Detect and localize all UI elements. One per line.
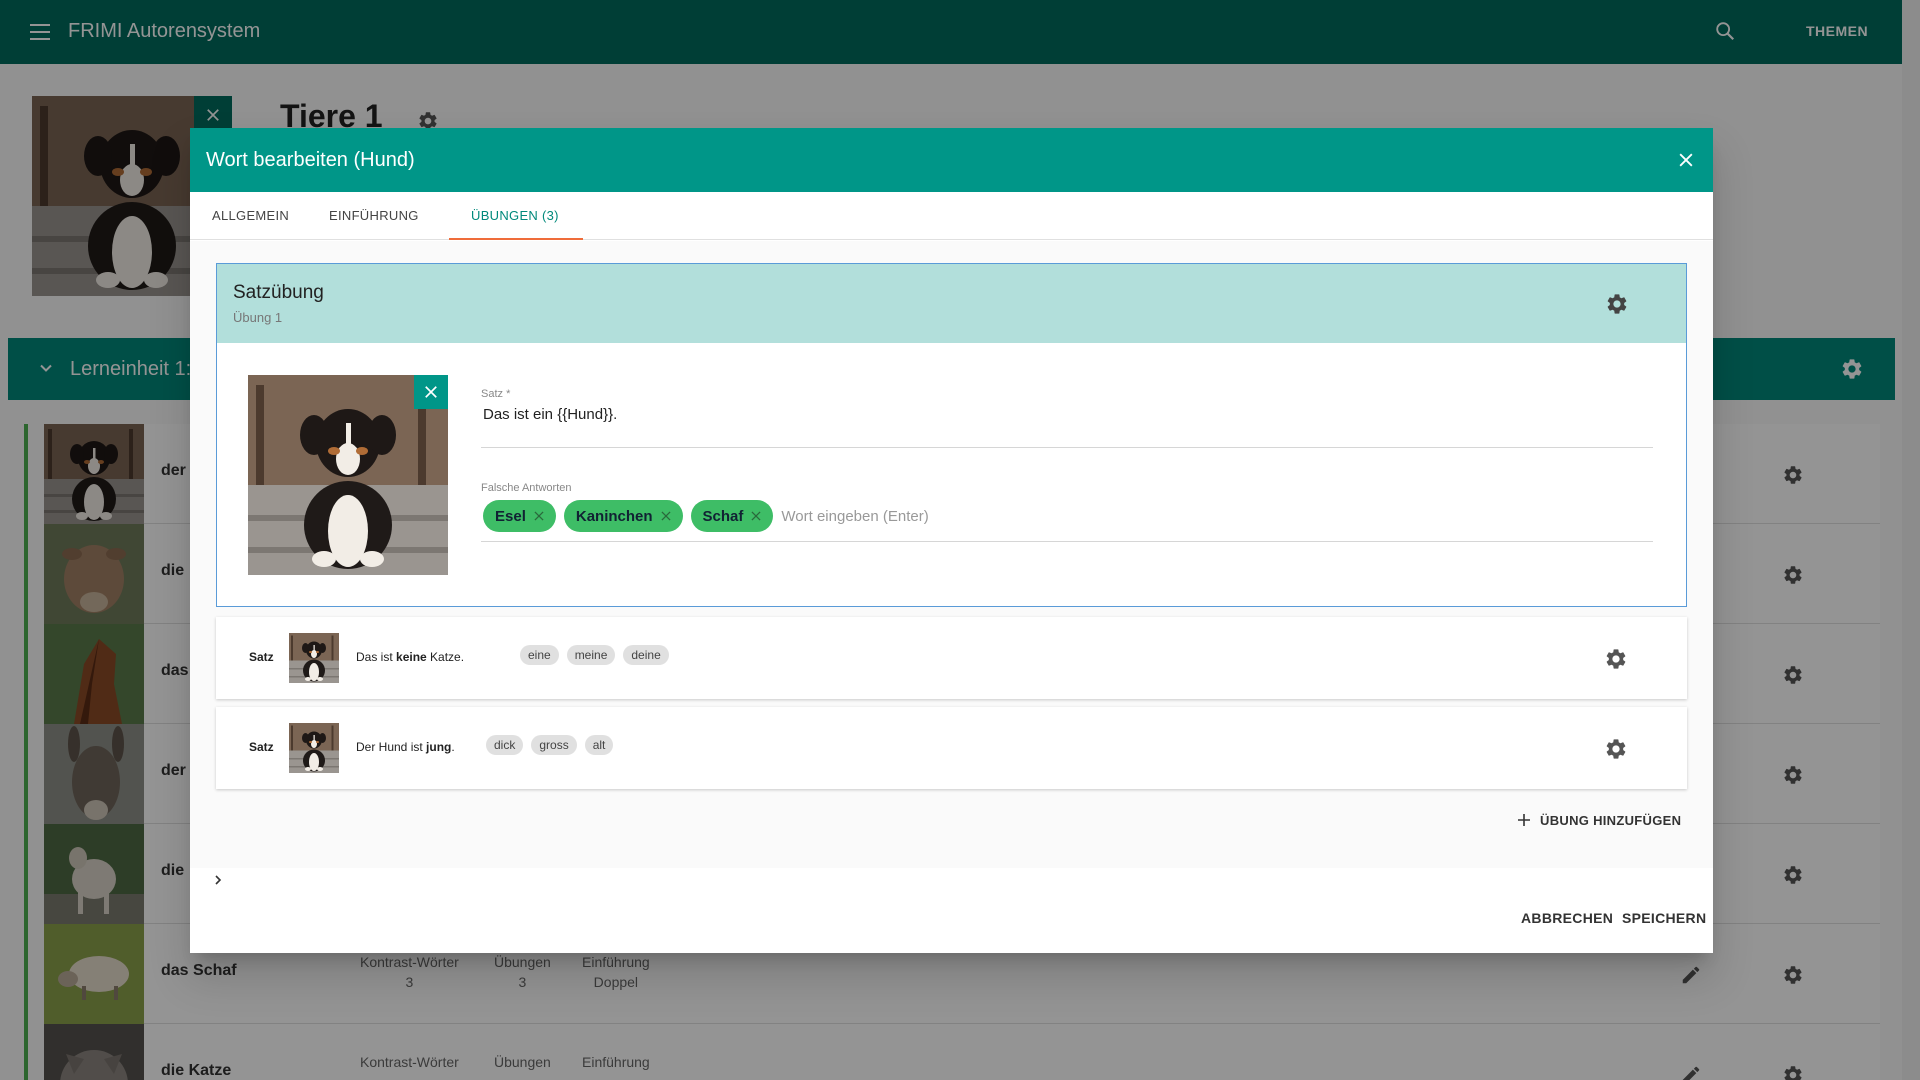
- edit-word-dialog: Wort bearbeiten (Hund) ALLGEMEIN EINFÜHR…: [190, 128, 1713, 953]
- exercise-sentence: Das ist keine Katze.: [356, 650, 465, 664]
- exercise-settings-icon[interactable]: [1605, 292, 1629, 316]
- answer-tags: dick gross alt: [486, 735, 614, 755]
- falsche-antworten-field: Falsche Antworten Esel Kaninchen Schaf: [481, 482, 1653, 542]
- dialog-tabs: ALLGEMEIN EINFÜHRUNG ÜBUNGEN (3): [190, 192, 1713, 240]
- answer-tag: meine: [566, 645, 616, 665]
- dog-thumbnail: [289, 723, 339, 773]
- satz-field[interactable]: Satz * Das ist ein {{Hund}}.: [481, 388, 1653, 448]
- answer-tag: deine: [623, 645, 669, 665]
- exercise-card-collapsed[interactable]: Satz Das ist keine Katze. eine meine dei…: [216, 617, 1687, 699]
- exercise-title: Satzübung: [233, 282, 324, 303]
- answer-tags: eine meine deine: [520, 645, 669, 665]
- chip-list: Esel Kaninchen Schaf: [483, 500, 1082, 532]
- close-icon[interactable]: [659, 509, 673, 523]
- answer-tag: alt: [584, 735, 614, 755]
- exercise-type: Satz: [249, 740, 274, 754]
- answer-input[interactable]: [781, 507, 1082, 525]
- remove-exercise-image-button[interactable]: [414, 375, 448, 409]
- answer-tag: gross: [531, 735, 577, 755]
- dialog-title: Wort bearbeiten (Hund): [206, 149, 415, 171]
- chevron-right-icon[interactable]: [210, 872, 226, 888]
- exercise-sentence: Der Hund ist jung.: [356, 740, 455, 754]
- close-icon[interactable]: [1676, 150, 1696, 170]
- answer-chip[interactable]: Esel: [483, 500, 556, 532]
- exercise-settings-icon[interactable]: [1604, 737, 1628, 761]
- exercise-type: Satz: [249, 650, 274, 664]
- falsche-antworten-label: Falsche Antworten: [481, 482, 572, 494]
- answer-chip[interactable]: Schaf: [690, 500, 774, 532]
- exercise-card-active: Satzübung Übung 1 Satz * Das ist ein {{H…: [216, 263, 1687, 607]
- chip-label: Schaf: [702, 507, 744, 525]
- chip-label: Kaninchen: [575, 507, 653, 525]
- dog-thumbnail: [289, 633, 339, 683]
- exercise-image: [248, 375, 448, 575]
- close-icon[interactable]: [749, 509, 763, 523]
- tab-allgemein[interactable]: ALLGEMEIN: [190, 192, 311, 240]
- tab-uebungen[interactable]: ÜBUNGEN (3): [449, 192, 583, 240]
- exercises-panel: Satzübung Übung 1 Satz * Das ist ein {{H…: [190, 241, 1713, 868]
- add-exercise-label: ÜBUNG HINZUFÜGEN: [1540, 812, 1682, 828]
- tab-einfuehrung[interactable]: EINFÜHRUNG: [307, 192, 441, 240]
- exercise-card-collapsed[interactable]: Satz Der Hund ist jung. dick gross alt: [216, 707, 1687, 789]
- add-exercise-button[interactable]: ÜBUNG HINZUFÜGEN: [1516, 812, 1681, 828]
- dialog-actions: ABBRECHEN SPEICHERN: [190, 868, 1713, 953]
- dialog-header: Wort bearbeiten (Hund): [190, 128, 1713, 192]
- satz-value[interactable]: Das ist ein {{Hund}}.: [483, 406, 617, 423]
- answer-chip[interactable]: Kaninchen: [563, 500, 683, 532]
- chip-label: Esel: [495, 507, 526, 525]
- exercise-header[interactable]: Satzübung Übung 1: [217, 264, 1686, 343]
- close-icon: [422, 383, 440, 401]
- close-icon[interactable]: [532, 509, 546, 523]
- save-button[interactable]: SPEICHERN: [1622, 910, 1706, 926]
- answer-tag: dick: [486, 735, 524, 755]
- cancel-button[interactable]: ABBRECHEN: [1521, 910, 1613, 926]
- plus-icon: [1518, 814, 1530, 826]
- exercise-subtitle: Übung 1: [233, 310, 283, 325]
- satz-label: Satz *: [481, 388, 511, 400]
- exercise-settings-icon[interactable]: [1604, 647, 1628, 671]
- answer-tag: eine: [520, 645, 559, 665]
